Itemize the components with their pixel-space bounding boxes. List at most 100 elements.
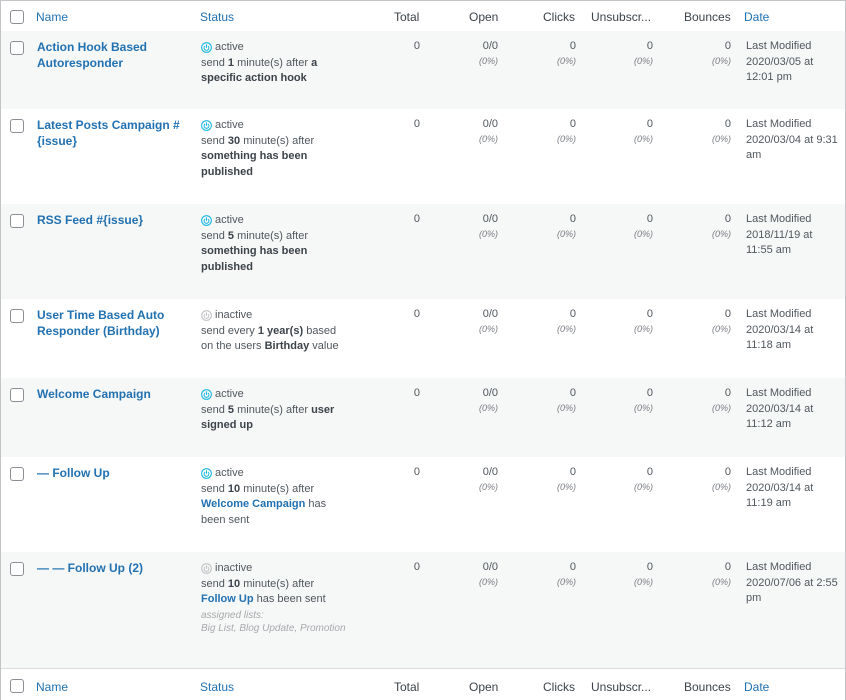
open-value-count: 0/0 [482,118,498,130]
total-value-count: 0 [413,213,420,225]
bounces-value-percent: (0%) [711,229,731,239]
clicks-value: 0 (0%) [557,560,576,590]
bounces-value-count: 0 [724,561,731,573]
bounces-value: 0 (0%) [712,307,731,337]
column-date-sort[interactable]: Date [744,10,769,24]
select-all-checkbox-footer[interactable] [10,679,24,693]
last-modified-date: Last Modified 2020/03/14 at 11:19 am [746,466,814,509]
bounces-value-count: 0 [724,40,731,52]
total-value: 0 [414,117,420,132]
footer-column-open: Open [469,680,499,694]
open-value-percent: (0%) [478,324,498,334]
status-desc-emphasis: 10 [227,482,241,495]
unsubscribes-value-percent: (0%) [633,324,653,334]
status-label: active [215,467,244,479]
row-checkbox[interactable] [10,388,24,402]
row-checkbox[interactable] [10,41,24,55]
campaign-link[interactable]: Follow Up [201,593,254,605]
campaigns-table: Name Status Total Open Clicks Unsubscr..… [0,0,846,700]
open-value-count: 0/0 [482,213,498,225]
total-value-count: 0 [413,308,420,320]
status-desc-text: minute(s) after [234,403,312,416]
open-value-count: 0/0 [482,466,498,478]
total-value-count: 0 [413,387,420,399]
bounces-value-count: 0 [724,213,731,225]
clicks-value-count: 0 [569,118,576,130]
power-icon [201,42,212,54]
footer-column-status-sort[interactable]: Status [200,680,234,694]
column-status-sort[interactable]: Status [200,10,234,24]
last-modified-date: Last Modified 2020/03/04 at 9:31 am [746,118,838,161]
table-footer: Name Status Total Open Clicks Unsubscr..… [1,668,845,700]
footer-column-clicks: Clicks [543,680,575,694]
status-desc-text: send [201,229,228,242]
column-name-sort[interactable]: Name [36,10,68,24]
row-checkbox[interactable] [10,119,24,133]
status-desc-emphasis: something has been published [201,245,308,273]
open-value-percent: (0%) [478,229,498,239]
footer-column-name-sort[interactable]: Name [36,680,68,694]
campaign-link[interactable]: Welcome Campaign [201,498,305,510]
select-all-checkbox[interactable] [10,10,24,24]
status-desc-text: minute(s) after [240,482,315,495]
campaign-name-link[interactable]: Action Hook Based Autoresponder [37,39,187,71]
unsubscribes-value: 0 (0%) [634,117,653,147]
clicks-value: 0 (0%) [557,39,576,69]
bounces-value-percent: (0%) [711,324,731,334]
status-label: active [215,119,244,131]
campaign-name-link[interactable]: Welcome Campaign [37,386,187,402]
unsubscribes-value-percent: (0%) [633,577,653,587]
unsubscribes-value-count: 0 [646,561,653,573]
status-label: inactive [215,562,253,574]
status-desc-text: has been sent [253,593,326,605]
campaign-name-link[interactable]: — Follow Up [37,465,187,481]
bounces-value: 0 (0%) [712,465,731,495]
total-value: 0 [414,465,420,480]
open-value: 0/0 (0%) [479,465,498,495]
row-checkbox[interactable] [10,214,24,228]
power-icon [201,468,212,480]
campaign-name-link[interactable]: User Time Based Auto Responder (Birthday… [37,307,187,339]
campaign-name-link[interactable]: RSS Feed #{issue} [37,212,187,228]
open-value: 0/0 (0%) [479,117,498,147]
bounces-value-count: 0 [724,387,731,399]
status-desc-text: send [201,403,228,416]
last-modified-date: Last Modified 2018/11/19 at 11:55 am [746,213,813,256]
row-checkbox[interactable] [10,309,24,323]
row-checkbox[interactable] [10,467,24,481]
row-checkbox[interactable] [10,562,24,576]
clicks-value-count: 0 [569,213,576,225]
campaign-name-link[interactable]: — — Follow Up (2) [37,560,187,576]
unsubscribes-value: 0 (0%) [634,212,653,242]
clicks-value-percent: (0%) [556,229,576,239]
campaign-status: active send 5 minute(s) after user signe… [201,387,351,434]
total-value-count: 0 [413,561,420,573]
campaign-status: inactive send every 1 year(s) based on t… [201,308,351,355]
footer-column-bounces: Bounces [684,680,731,694]
bounces-value-count: 0 [724,466,731,478]
open-value: 0/0 (0%) [479,560,498,590]
total-value: 0 [414,212,420,227]
clicks-value: 0 (0%) [557,465,576,495]
last-modified-date: Last Modified 2020/03/05 at 12:01 pm [746,40,814,83]
open-value-percent: (0%) [478,403,498,413]
clicks-value-count: 0 [569,466,576,478]
power-icon [201,389,212,401]
unsubscribes-value-count: 0 [646,118,653,130]
bounces-value-percent: (0%) [711,403,731,413]
unsubscribes-value-count: 0 [646,466,653,478]
status-desc-emphasis: something has been published [201,150,308,178]
campaign-name-link[interactable]: Latest Posts Campaign #{issue} [37,117,187,149]
status-description: send 10 minute(s) after Follow Up has be… [201,577,351,608]
open-value-count: 0/0 [482,561,498,573]
unsubscribes-value-percent: (0%) [633,56,653,66]
unsubscribes-value-count: 0 [646,40,653,52]
power-icon [201,215,212,227]
unsubscribes-value-count: 0 [646,213,653,225]
footer-column-date-sort[interactable]: Date [744,680,769,694]
open-value: 0/0 (0%) [479,212,498,242]
total-value-count: 0 [413,466,420,478]
bounces-value: 0 (0%) [712,560,731,590]
clicks-value-percent: (0%) [556,577,576,587]
table-row: Latest Posts Campaign #{issue} active se… [1,109,845,204]
